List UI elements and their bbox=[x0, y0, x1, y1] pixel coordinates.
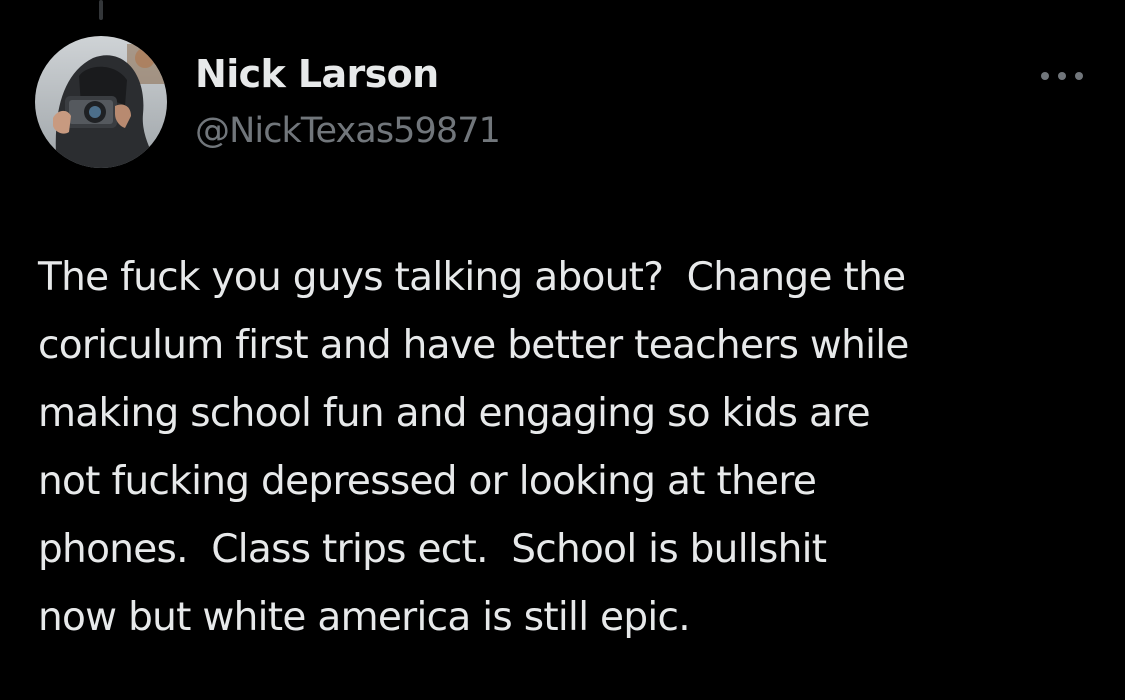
tweet-text-line: making school fun and engaging so kids a… bbox=[38, 391, 871, 436]
tweet-text: The fuck you guys talking about? Change … bbox=[38, 244, 1113, 652]
tweet-text-line: The fuck you guys talking about? Change … bbox=[38, 255, 906, 300]
avatar[interactable] bbox=[35, 36, 167, 168]
more-options-button[interactable] bbox=[1036, 58, 1090, 94]
tweet-text-line: now but white america is still epic. bbox=[38, 595, 691, 640]
tweet-text-line: phones. Class trips ect. School is bulls… bbox=[38, 527, 827, 572]
tweet-text-line: not fucking depressed or looking at ther… bbox=[38, 459, 817, 504]
author-display-name[interactable]: Nick Larson bbox=[195, 52, 439, 96]
author-handle[interactable]: @NickTexas59871 bbox=[195, 111, 501, 151]
avatar-photo bbox=[35, 36, 167, 168]
more-horizontal-icon bbox=[1041, 72, 1083, 80]
tweet-text-line: coriculum first and have better teachers… bbox=[38, 323, 909, 368]
thread-connector-line bbox=[99, 0, 103, 20]
